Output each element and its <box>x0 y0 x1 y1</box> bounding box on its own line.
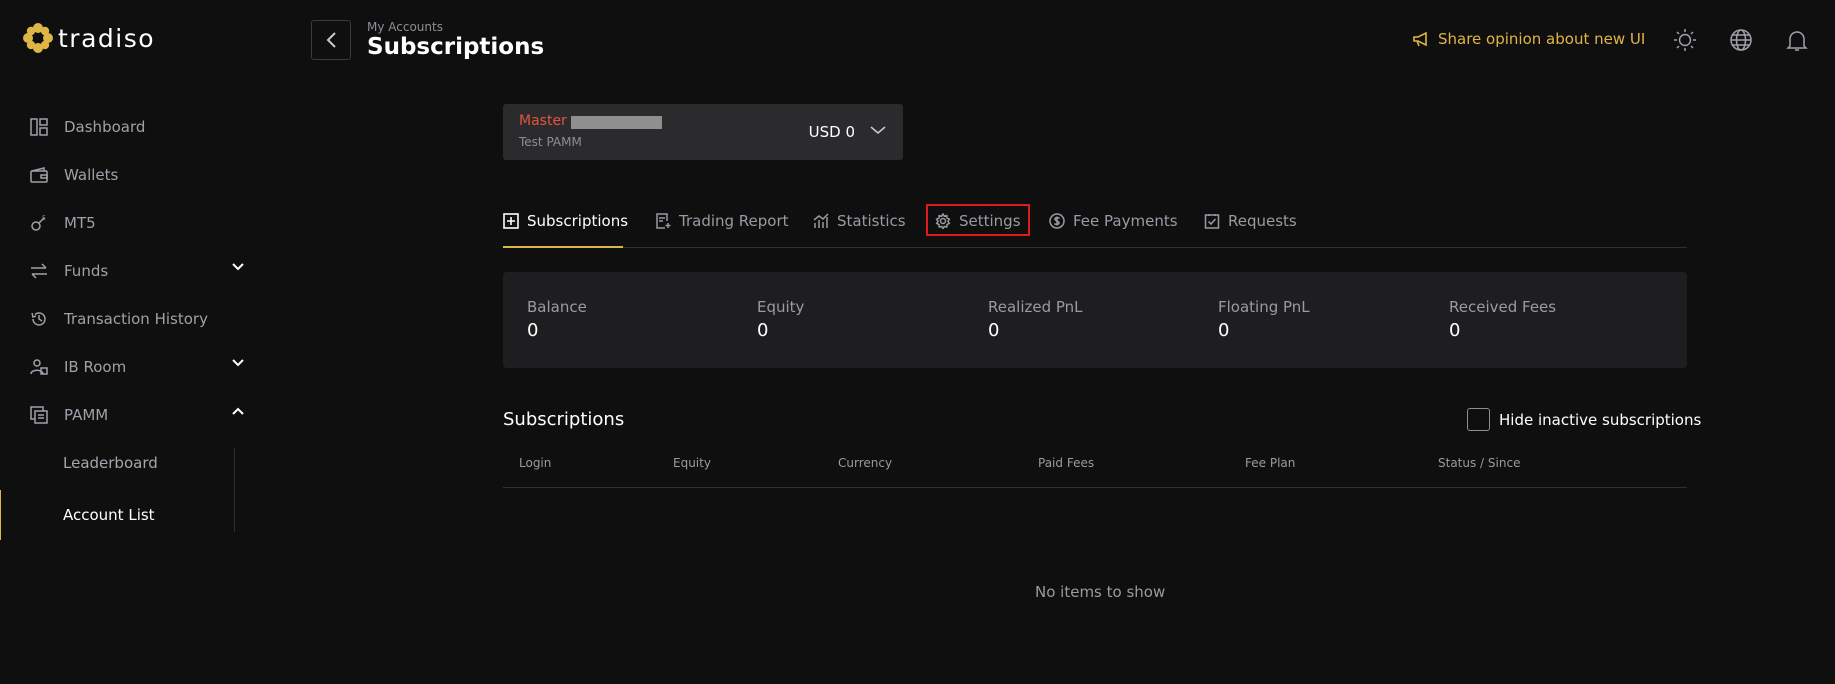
tab-statistics[interactable]: Statistics <box>813 209 906 233</box>
sidebar-item-label: Dashboard <box>64 118 146 136</box>
dashboard-icon <box>30 118 48 136</box>
back-button[interactable] <box>311 20 351 60</box>
tab-fee-payments[interactable]: Fee Payments <box>1049 209 1178 233</box>
account-balance: USD 0 <box>808 123 855 141</box>
stat-realized-pnl: Realized PnL 0 <box>988 298 1083 341</box>
chevron-up-icon <box>232 407 244 415</box>
column-header-paid-fees[interactable]: Paid Fees <box>1038 456 1094 470</box>
wallet-icon <box>30 166 48 184</box>
stat-value: 0 <box>988 320 1000 341</box>
column-header-fee-plan[interactable]: Fee Plan <box>1245 456 1295 470</box>
account-number-redacted <box>571 116 662 129</box>
dollar-circle-icon <box>1049 213 1065 229</box>
tab-requests[interactable]: Requests <box>1204 209 1297 233</box>
check-square-icon <box>1204 214 1220 229</box>
stat-received-fees: Received Fees 0 <box>1449 298 1556 341</box>
sidebar-item-mt5[interactable]: 5 MT5 <box>30 211 245 235</box>
tab-subscriptions[interactable]: Subscriptions <box>503 209 628 233</box>
column-header-status-since[interactable]: Status / Since <box>1438 456 1520 470</box>
stat-value: 0 <box>1449 320 1461 341</box>
active-indicator <box>0 490 1 540</box>
transfer-icon <box>30 262 48 280</box>
sidebar-item-funds[interactable]: Funds <box>30 259 245 283</box>
globe-icon[interactable] <box>1729 28 1753 52</box>
sidebar-item-pamm[interactable]: PAMM <box>30 403 245 427</box>
tab-label: Subscriptions <box>527 212 629 230</box>
stat-equity: Equity 0 <box>757 298 804 341</box>
account-selector[interactable]: Master Test PAMM USD 0 <box>503 104 903 160</box>
share-opinion-label: Share opinion about new UI <box>1438 30 1646 48</box>
section-title: Subscriptions <box>503 409 625 430</box>
stat-value: 0 <box>1218 320 1230 341</box>
tab-bar: Subscriptions Trading Report Statistics … <box>503 204 1687 248</box>
tab-trading-report[interactable]: Trading Report <box>655 209 789 233</box>
stat-balance: Balance 0 <box>527 298 587 341</box>
sidebar-subitem-leaderboard[interactable]: Leaderboard <box>63 454 158 472</box>
sidebar-subitem-account-list[interactable]: Account List <box>63 506 155 524</box>
sidebar-item-label: Wallets <box>64 166 119 184</box>
share-opinion-link[interactable]: Share opinion about new UI <box>1412 30 1645 48</box>
sidebar-item-label: Funds <box>64 262 109 280</box>
stat-label: Balance <box>527 298 587 316</box>
stat-label: Received Fees <box>1449 298 1557 316</box>
statistics-icon <box>813 213 829 228</box>
page-title: Subscriptions <box>367 34 545 60</box>
hide-inactive-label: Hide inactive subscriptions <box>1499 410 1702 429</box>
bell-icon[interactable] <box>1785 28 1809 52</box>
logo-flower-icon <box>23 23 53 53</box>
chevron-down-icon <box>232 263 244 271</box>
sidebar-item-label: MT5 <box>64 214 96 232</box>
account-type: Test PAMM <box>519 135 582 149</box>
mt5-icon: 5 <box>30 214 48 232</box>
sidebar-item-label: PAMM <box>64 406 109 424</box>
table-header-divider <box>503 487 1687 488</box>
column-header-login[interactable]: Login <box>519 456 551 470</box>
submenu-divider <box>234 448 235 532</box>
tab-label: Requests <box>1228 212 1297 230</box>
stat-value: 0 <box>757 320 769 341</box>
active-tab-underline <box>503 246 623 248</box>
chevron-left-icon <box>326 32 336 48</box>
stat-label: Floating PnL <box>1218 298 1310 316</box>
sidebar-item-dashboard[interactable]: Dashboard <box>30 115 245 139</box>
theme-toggle-sun-icon[interactable] <box>1673 28 1697 52</box>
ib-room-icon <box>30 358 48 376</box>
stat-floating-pnl: Floating PnL 0 <box>1218 298 1310 341</box>
megaphone-icon <box>1413 31 1427 47</box>
plus-square-icon <box>503 213 519 229</box>
tab-label: Fee Payments <box>1073 212 1178 230</box>
sidebar-item-label: Transaction History <box>64 310 208 328</box>
stat-value: 0 <box>527 320 539 341</box>
logo[interactable]: tradiso <box>22 22 155 54</box>
sidebar-item-wallets[interactable]: Wallets <box>30 163 245 187</box>
sidebar-item-label: IB Room <box>64 358 127 376</box>
stat-label: Realized PnL <box>988 298 1083 316</box>
sidebar-item-transaction-history[interactable]: Transaction History <box>30 307 245 331</box>
tab-label: Statistics <box>837 212 906 230</box>
stats-panel: Balance 0 Equity 0 Realized PnL 0 Floati… <box>503 272 1687 368</box>
hide-inactive-toggle[interactable]: Hide inactive subscriptions <box>1467 408 1701 431</box>
tab-label: Trading Report <box>679 212 789 230</box>
pamm-icon <box>30 406 48 424</box>
sidebar-item-ib-room[interactable]: IB Room <box>30 355 245 379</box>
breadcrumb[interactable]: My Accounts <box>367 20 443 34</box>
history-icon <box>30 310 48 328</box>
account-name: Master <box>519 113 567 129</box>
logo-text: tradiso <box>58 23 156 53</box>
hide-inactive-checkbox[interactable] <box>1467 408 1490 431</box>
chevron-down-icon <box>870 126 886 135</box>
svg-text:5: 5 <box>42 215 46 222</box>
empty-state-text: No items to show <box>1035 583 1166 601</box>
settings-highlight-box <box>926 204 1030 236</box>
column-header-equity[interactable]: Equity <box>673 456 711 470</box>
chevron-down-icon <box>232 359 244 367</box>
column-header-currency[interactable]: Currency <box>838 456 892 470</box>
report-icon <box>656 213 671 229</box>
stat-label: Equity <box>757 298 805 316</box>
